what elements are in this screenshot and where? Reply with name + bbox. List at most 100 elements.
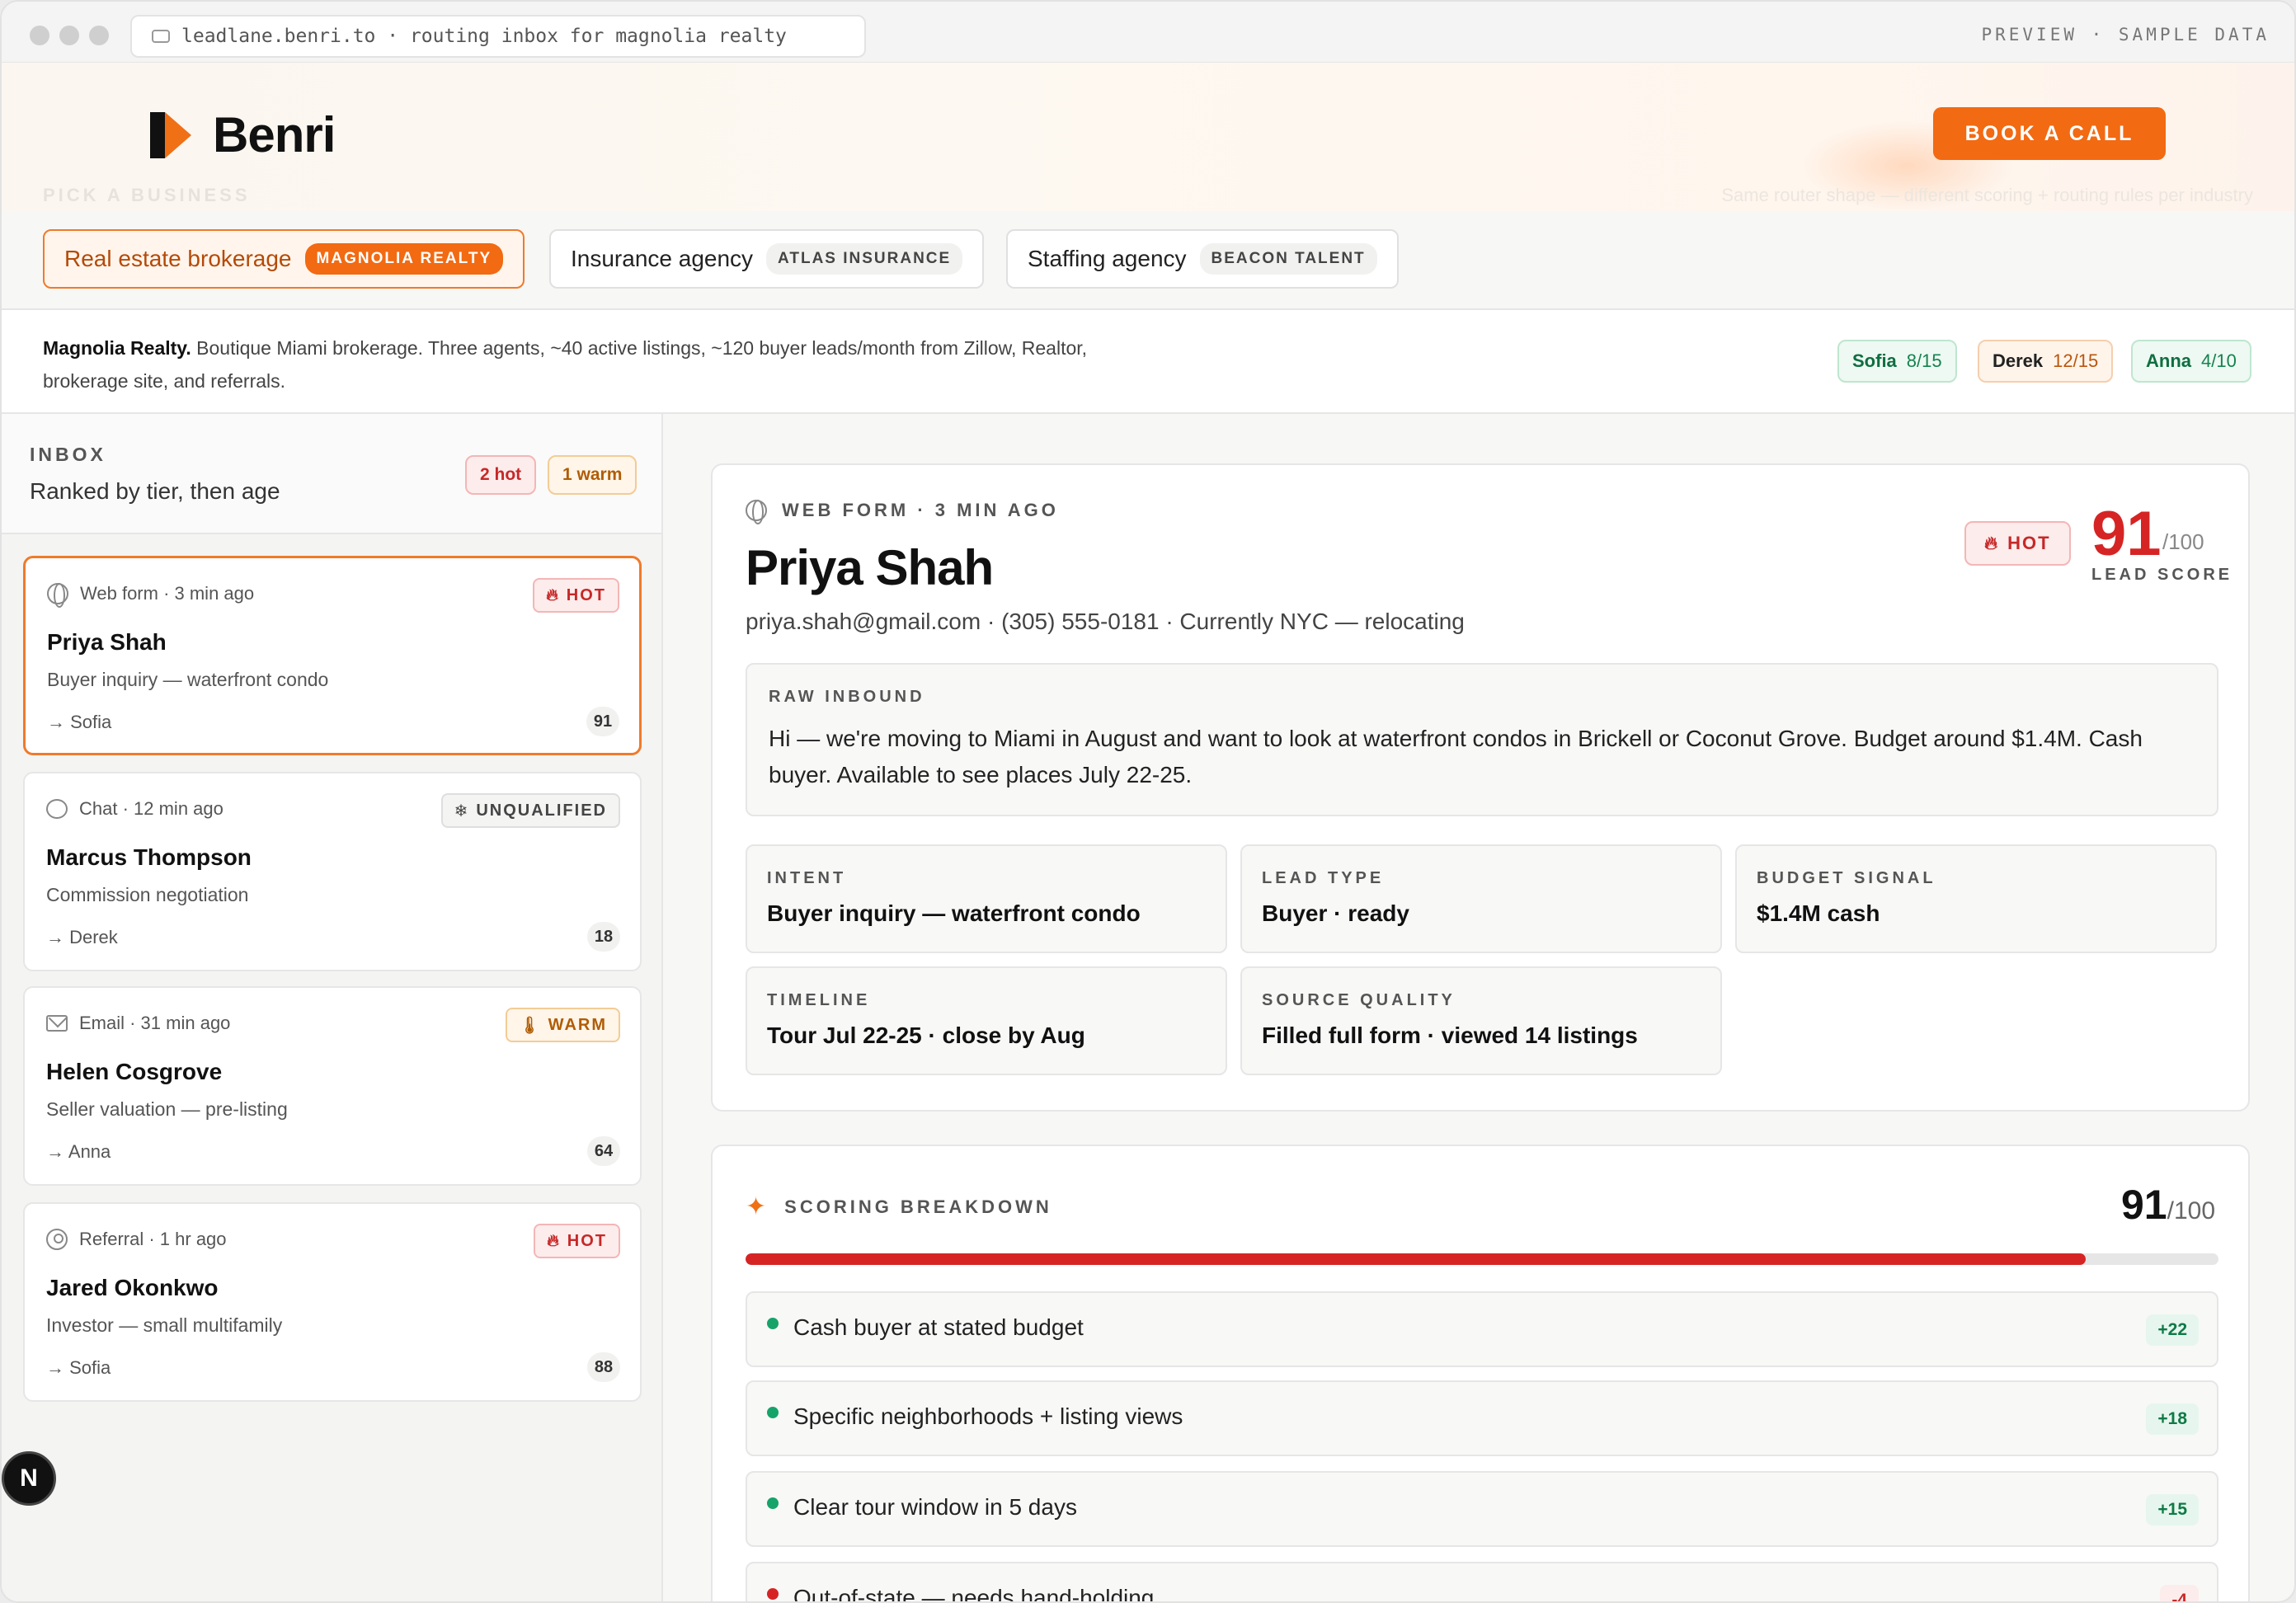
tab-staffing[interactable]: Staffing agency BEACON TALENT <box>1006 229 1399 289</box>
tier-badge: 🌡︎ WARM <box>506 1008 620 1042</box>
tier-badge: ❄︎ UNQUALIFIED <box>440 793 620 828</box>
factor-text: Cash buyer at stated budget <box>793 1314 1084 1340</box>
window-close-dot[interactable] <box>30 26 49 45</box>
flame-icon: 🔥︎ <box>546 585 560 604</box>
lead-score: 18 <box>587 922 620 952</box>
warm-count-chip[interactable]: 1 warm <box>548 455 638 495</box>
score-factor: Specific neighborhoods + listing views +… <box>746 1380 2218 1456</box>
field-intent: INTENT Buyer inquiry — waterfront condo <box>746 844 1227 953</box>
globe-icon <box>746 500 767 524</box>
tier-label: WARM <box>548 1015 607 1034</box>
factor-text: Clear tour window in 5 days <box>793 1494 1077 1520</box>
agent-load-sofia[interactable]: Sofia 8/15 <box>1837 340 1957 383</box>
field-label: BUDGET SIGNAL <box>1757 869 1936 887</box>
factor-points: -4 <box>2160 1585 2199 1601</box>
lead-score: 91 <box>586 707 619 736</box>
factor-dot <box>767 1407 779 1418</box>
score-factor: Out-of-state — needs hand-holding -4 <box>746 1562 2218 1601</box>
tab-tag: MAGNOLIA REALTY <box>304 243 504 275</box>
lead-source: Email · 31 min ago <box>46 1013 230 1034</box>
field-timeline: TIMELINE Tour Jul 22-25 · close by Aug <box>746 966 1227 1075</box>
business-description-text: Boutique Miami brokerage. Three agents, … <box>43 337 1088 392</box>
url-bar[interactable]: leadlane.benri.to · routing inbox for ma… <box>130 15 866 58</box>
sparkle-icon: ✦ <box>746 1193 770 1220</box>
agent-name: Anna <box>2146 350 2191 371</box>
lead-card-marcus[interactable]: Chat · 12 min ago ❄︎ UNQUALIFIED Marcus T… <box>23 772 642 971</box>
lead-source: Web form · 3 min ago <box>47 583 255 608</box>
scoring-title: ✦ SCORING BREAKDOWN <box>746 1192 1052 1221</box>
browser-window: leadlane.benri.to · routing inbox for ma… <box>0 0 2296 1603</box>
flame-icon: 🔥︎ <box>1984 533 2000 553</box>
tab-label: Staffing agency <box>1028 246 1187 271</box>
score-factor: Clear tour window in 5 days +15 <box>746 1471 2218 1547</box>
detail-lead-name: Priya Shah <box>746 540 994 595</box>
scoring-total-max: /100 <box>2167 1197 2215 1225</box>
lead-assignee: → Sofia <box>46 1357 111 1378</box>
book-call-button[interactable]: BOOK A CALL <box>1933 107 2166 160</box>
lead-source-text: Email · 31 min ago <box>79 1013 231 1033</box>
detail-source: WEB FORM · 3 MIN AGO <box>746 500 1059 524</box>
field-value: Buyer inquiry — waterfront condo <box>767 900 1141 926</box>
preview-label: PREVIEW · SAMPLE DATA <box>1981 25 2270 45</box>
url-text: leadlane.benri.to · routing inbox for ma… <box>181 26 787 47</box>
tab-real-estate[interactable]: Real estate brokerage MAGNOLIA REALTY <box>43 229 525 289</box>
detail-tier-badge: 🔥︎ HOT <box>1964 521 2071 566</box>
lead-assignee: → Anna <box>46 1141 111 1162</box>
globe-icon <box>47 583 68 608</box>
factor-points: +22 <box>2146 1314 2199 1346</box>
lead-card-jared[interactable]: Referral · 1 hr ago 🔥︎ HOT Jared Okonkwo … <box>23 1202 642 1402</box>
lead-name: Jared Okonkwo <box>46 1275 219 1300</box>
site-icon <box>152 30 170 43</box>
field-value: Filled full form · viewed 14 listings <box>1262 1022 1638 1048</box>
brand-logo[interactable]: Benri <box>150 106 336 163</box>
lead-card-helen[interactable]: Email · 31 min ago 🌡︎ WARM Helen Cosgrove… <box>23 986 642 1186</box>
tier-label: HOT <box>566 585 606 604</box>
hot-count-chip[interactable]: 2 hot <box>465 455 537 495</box>
raw-inbound-text: Hi — we're moving to Miami in August and… <box>769 726 2143 787</box>
lead-name: Helen Cosgrove <box>46 1059 223 1084</box>
lead-score: 88 <box>587 1352 620 1382</box>
lead-description: Investor — small multifamily <box>46 1314 283 1336</box>
tier-label: HOT <box>567 1231 607 1250</box>
lead-assignee: → Sofia <box>47 712 112 732</box>
detail-source-text: WEB FORM · 3 MIN AGO <box>782 500 1059 520</box>
lead-card-priya[interactable]: Web form · 3 min ago 🔥︎ HOT Priya Shah Bu… <box>23 556 642 755</box>
inbox-panel: INBOX Ranked by tier, then age 2 hot 1 w… <box>2 414 663 1601</box>
tab-tag: ATLAS INSURANCE <box>766 243 963 275</box>
detail-score-max: /100 <box>2162 529 2204 554</box>
agent-load: 12/15 <box>2053 350 2099 371</box>
business-description: Magnolia Realty. Boutique Miami brokerag… <box>43 331 1115 397</box>
brand-name: Benri <box>213 107 336 162</box>
tier-label: UNQUALIFIED <box>476 801 607 820</box>
raw-inbound-label: RAW INBOUND <box>769 688 925 706</box>
mail-icon <box>46 1015 68 1032</box>
logo-arrow-icon <box>165 111 191 158</box>
lead-source-text: Chat · 12 min ago <box>79 798 223 819</box>
detail-lead-score: 91 <box>2091 499 2162 569</box>
field-label: LEAD TYPE <box>1262 869 1385 887</box>
window-maximize-dot[interactable] <box>89 26 109 45</box>
browser-chrome: leadlane.benri.to · routing inbox for ma… <box>2 2 2294 63</box>
inbox-subtitle: Ranked by tier, then age <box>30 478 280 504</box>
tab-label: Insurance agency <box>571 246 754 271</box>
factor-dot <box>767 1318 779 1329</box>
nextjs-dev-icon[interactable]: N <box>2 1451 56 1506</box>
lead-name: Priya Shah <box>47 629 167 655</box>
business-tabs: Real estate brokerage MAGNOLIA REALTY In… <box>2 211 2294 310</box>
lead-source-text: Web form · 3 min ago <box>80 583 255 604</box>
field-value: Tour Jul 22-25 · close by Aug <box>767 1022 1085 1048</box>
lead-score: 64 <box>587 1136 620 1166</box>
factor-dot <box>767 1588 779 1600</box>
raw-inbound-box: RAW INBOUND Hi — we're moving to Miami i… <box>746 663 2218 816</box>
lead-assignee: → Derek <box>46 927 118 947</box>
tab-insurance[interactable]: Insurance agency ATLAS INSURANCE <box>549 229 985 289</box>
lead-description: Commission negotiation <box>46 884 249 905</box>
agent-load-derek[interactable]: Derek 12/15 <box>1978 340 2114 383</box>
field-budget-signal: BUDGET SIGNAL $1.4M cash <box>1735 844 2217 953</box>
scoring-total-value: 91 <box>2120 1182 2167 1228</box>
agent-load-anna[interactable]: Anna 4/10 <box>2131 340 2251 383</box>
scoring-total: 91/100 <box>2121 1181 2215 1229</box>
snowflake-icon: ❄︎ <box>454 802 470 820</box>
tier-badge: 🔥︎ HOT <box>534 1224 620 1258</box>
window-minimize-dot[interactable] <box>59 26 79 45</box>
